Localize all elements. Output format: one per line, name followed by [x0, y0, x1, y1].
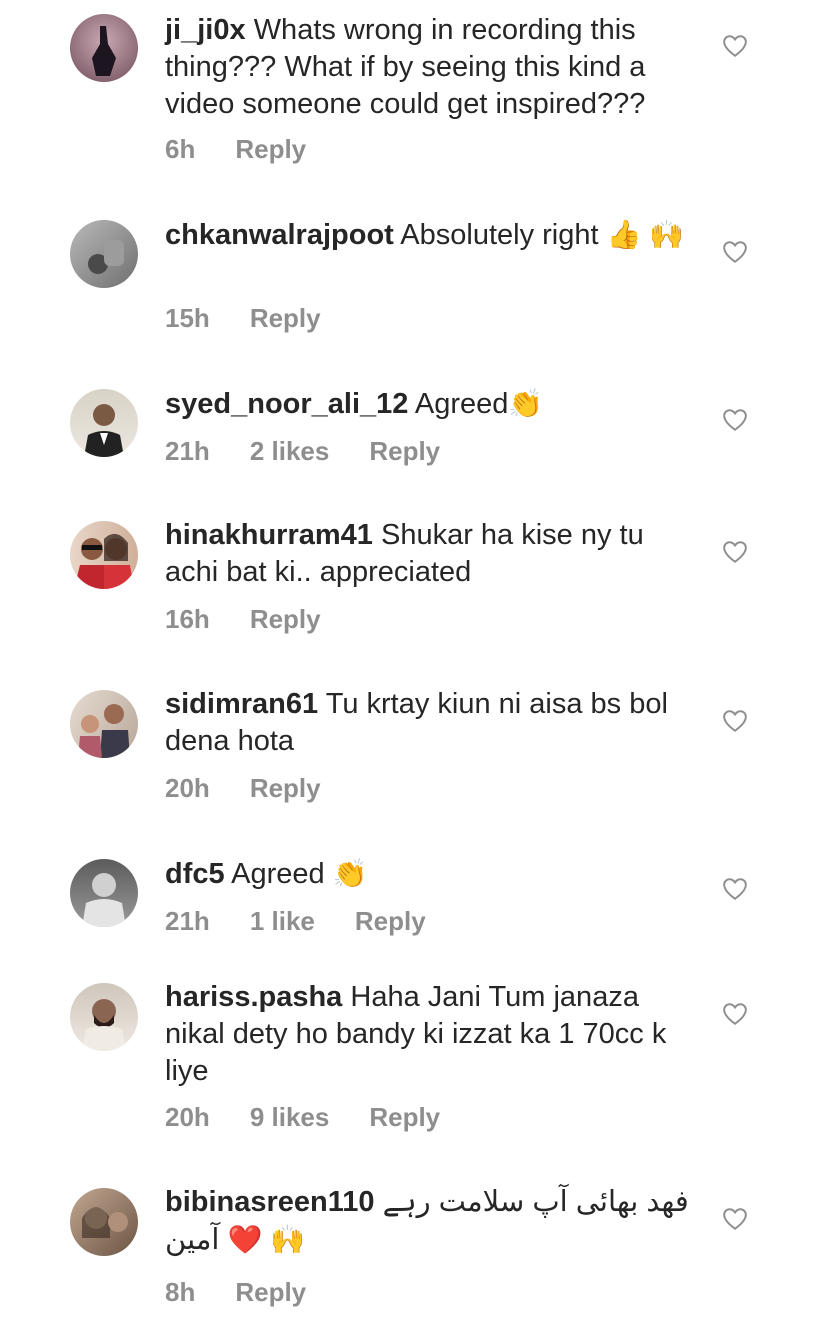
comment-username[interactable]: dfc5	[165, 858, 225, 890]
comment-body-line-2: آمین	[165, 1224, 220, 1256]
comment-time: 20h	[165, 773, 210, 803]
comment-meta: 21h 2 likes Reply	[165, 436, 440, 467]
comment-text-block: ji_ji0x Whats wrong in recording this th…	[165, 12, 695, 123]
avatar-image	[78, 704, 130, 758]
comment-meta: 21h 1 like Reply	[165, 906, 426, 937]
avatar-image	[92, 26, 116, 76]
heart-outline-icon[interactable]	[722, 34, 748, 58]
avatar[interactable]	[70, 983, 138, 1051]
reply-button[interactable]: Reply	[355, 906, 426, 937]
comment-time: 21h	[165, 906, 210, 936]
comment-meta: 15h Reply	[165, 303, 321, 334]
comment-body: فھد بھائی آپ سلامت رہے	[382, 1186, 689, 1218]
avatar-image	[88, 240, 124, 274]
comment-username[interactable]: hinakhurram41	[165, 519, 373, 551]
reply-button[interactable]: Reply	[250, 604, 321, 635]
avatar-image	[84, 404, 124, 457]
heart-outline-icon[interactable]	[722, 408, 748, 432]
comment-username[interactable]: bibinasreen110	[165, 1186, 375, 1218]
avatar-image	[74, 533, 134, 589]
comment-likes[interactable]: 2 likes	[250, 436, 330, 467]
comment-text-block: bibinasreen110 فھد بھائی آپ سلامت رہے آم…	[165, 1184, 695, 1259]
reply-button[interactable]: Reply	[235, 134, 306, 165]
heart-outline-icon[interactable]	[722, 709, 748, 733]
avatar-image	[82, 999, 126, 1051]
comment-time: 20h	[165, 1102, 210, 1132]
avatar[interactable]	[70, 859, 138, 927]
comment-username[interactable]: syed_noor_ali_12	[165, 388, 408, 420]
reply-button[interactable]: Reply	[235, 1277, 306, 1308]
reply-button[interactable]: Reply	[369, 1102, 440, 1133]
comment-emoji: ❤️ 🙌	[227, 1224, 305, 1255]
comment-text-block: chkanwalrajpoot Absolutely right 👍 🙌	[165, 216, 695, 254]
heart-outline-icon[interactable]	[722, 877, 748, 901]
comment-likes[interactable]: 9 likes	[250, 1102, 330, 1133]
comment-meta: 20h Reply	[165, 773, 321, 804]
avatar-image	[82, 1207, 128, 1238]
reply-button[interactable]: Reply	[369, 436, 440, 467]
heart-outline-icon[interactable]	[722, 240, 748, 264]
comment-body: Absolutely right	[400, 219, 599, 251]
comment-text-block: syed_noor_ali_12 Agreed👏	[165, 385, 695, 423]
comment-text-block: sidimran61 Tu krtay kiun ni aisa bs bol …	[165, 686, 695, 760]
comment-emoji: 👏	[508, 388, 544, 419]
comment-meta: 16h Reply	[165, 604, 321, 635]
comment-time: 21h	[165, 436, 210, 466]
avatar-image	[82, 873, 126, 927]
comment-username[interactable]: hariss.pasha	[165, 981, 342, 1013]
comment-emoji: 👍 🙌	[606, 219, 685, 250]
comment-username[interactable]: chkanwalrajpoot	[165, 219, 394, 251]
comment-meta: 20h 9 likes Reply	[165, 1102, 440, 1133]
avatar[interactable]	[70, 521, 138, 589]
reply-button[interactable]: Reply	[250, 773, 321, 804]
comment-text-block: hinakhurram41 Shukar ha kise ny tu achi …	[165, 517, 695, 591]
comment-text-block: hariss.pasha Haha Jani Tum janaza nikal …	[165, 979, 695, 1090]
heart-outline-icon[interactable]	[722, 1002, 748, 1026]
avatar[interactable]	[70, 690, 138, 758]
avatar[interactable]	[70, 14, 138, 82]
comment-username[interactable]: sidimran61	[165, 688, 318, 720]
comment-body: Agreed	[231, 858, 325, 890]
comment-meta: 8h Reply	[165, 1277, 306, 1308]
comment-username[interactable]: ji_ji0x	[165, 14, 246, 46]
comment-time: 6h	[165, 134, 196, 164]
comment-emoji: 👏	[332, 858, 368, 889]
avatar[interactable]	[70, 1188, 138, 1256]
avatar[interactable]	[70, 389, 138, 457]
comment-time: 15h	[165, 303, 210, 333]
reply-button[interactable]: Reply	[250, 303, 321, 334]
comment-time: 16h	[165, 604, 210, 634]
comment-time: 8h	[165, 1277, 196, 1307]
heart-outline-icon[interactable]	[722, 540, 748, 564]
comment-meta: 6h Reply	[165, 134, 306, 165]
heart-outline-icon[interactable]	[722, 1207, 748, 1231]
comment-likes[interactable]: 1 like	[250, 906, 315, 937]
comment-body: Agreed	[414, 388, 509, 420]
comment-text-block: dfc5 Agreed 👏	[165, 855, 695, 893]
avatar[interactable]	[70, 220, 138, 288]
